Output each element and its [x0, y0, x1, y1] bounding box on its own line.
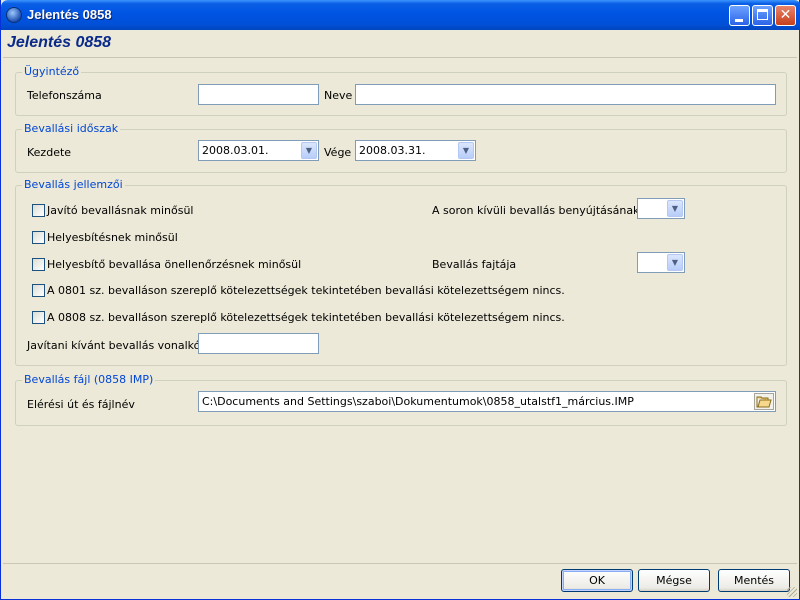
group-fajl-legend: Bevallás fájl (0858 IMP) [22, 373, 156, 386]
save-button[interactable]: Mentés [718, 569, 790, 592]
out-of-order-reason-select[interactable]: ▼ [637, 198, 685, 219]
onellenorzes-checkbox[interactable] [32, 258, 45, 271]
dialog-window: Jelentés 0858 ✕ Jelentés 0858 Ügyintéző … [0, 0, 800, 600]
start-date-select[interactable]: 2008.03.01. ▼ [198, 140, 319, 161]
browse-button[interactable] [754, 393, 774, 410]
title-bar[interactable]: Jelentés 0858 ✕ [1, 0, 800, 30]
window-title: Jelentés 0858 [27, 7, 112, 22]
form-title: Jelentés 0858 [7, 34, 112, 51]
app-icon[interactable] [6, 7, 22, 23]
group-idoszak-legend: Bevallási időszak [22, 122, 121, 135]
javito-checkbox[interactable] [32, 204, 45, 217]
group-idoszak: Bevallási időszak Kezdete 2008.03.01. ▼ … [15, 122, 787, 173]
ok-button[interactable]: OK [561, 569, 633, 592]
chevron-down-icon[interactable]: ▼ [458, 142, 474, 159]
close-button[interactable]: ✕ [775, 5, 796, 26]
no-obligation-0808-label[interactable]: A 0808 sz. bevalláson szereplő kötelezet… [47, 311, 565, 324]
end-date-select[interactable]: 2008.03.31. ▼ [355, 140, 476, 161]
phone-label: Telefonszáma [27, 89, 102, 102]
group-jellemzok: Bevallás jellemzői Javító bevallásnak mi… [15, 178, 787, 366]
start-date-label: Kezdete [27, 146, 72, 159]
barcode-label: Javítani kívánt bevallás vonalkódja [27, 339, 218, 352]
minimize-icon [735, 19, 743, 22]
out-of-order-reason-label: A soron kívüli bevallás benyújtásának ok… [432, 204, 663, 217]
no-obligation-0808-checkbox[interactable] [32, 311, 45, 324]
chevron-down-icon[interactable]: ▼ [667, 200, 683, 217]
no-obligation-0801-checkbox[interactable] [32, 284, 45, 297]
chevron-down-icon[interactable]: ▼ [301, 142, 317, 159]
footer-divider [3, 563, 797, 564]
file-path-value: C:\Documents and Settings\szaboi\Dokumen… [202, 395, 634, 408]
maximize-icon [757, 9, 768, 20]
file-path-label: Elérési út és fájlnév [27, 398, 135, 411]
start-date-value: 2008.03.01. [202, 144, 269, 157]
close-icon: ✕ [779, 7, 792, 23]
header-divider [3, 57, 797, 58]
no-obligation-0801-label[interactable]: A 0801 sz. bevalláson szereplő kötelezet… [47, 284, 565, 297]
file-path-field[interactable]: C:\Documents and Settings\szaboi\Dokumen… [198, 391, 776, 412]
end-date-label: Vége [324, 146, 352, 159]
return-type-select[interactable]: ▼ [637, 252, 685, 273]
group-ugyintezo-legend: Ügyintéző [22, 65, 82, 78]
helyesbites-checkbox-label[interactable]: Helyesbítésnek minősül [47, 231, 178, 244]
end-date-value: 2008.03.31. [359, 144, 426, 157]
resize-grip-icon[interactable] [787, 587, 797, 597]
barcode-input[interactable] [198, 333, 319, 354]
group-fajl: Bevallás fájl (0858 IMP) Elérési út és f… [15, 373, 787, 426]
onellenorzes-checkbox-label[interactable]: Helyesbítő bevallása önellenőrzésnek min… [47, 258, 301, 271]
group-ugyintezo: Ügyintéző Telefonszáma Neve [15, 65, 787, 116]
name-input[interactable] [355, 84, 776, 105]
maximize-button[interactable] [752, 5, 773, 26]
name-label: Neve [324, 89, 353, 102]
minimize-button[interactable] [729, 5, 750, 26]
phone-input[interactable] [198, 84, 319, 105]
helyesbites-checkbox[interactable] [32, 231, 45, 244]
return-type-label: Bevallás fajtája [432, 258, 517, 271]
group-jellemzok-legend: Bevallás jellemzői [22, 178, 125, 191]
cancel-button[interactable]: Mégse [638, 569, 710, 592]
chevron-down-icon[interactable]: ▼ [667, 254, 683, 271]
folder-open-icon [756, 396, 772, 408]
javito-checkbox-label[interactable]: Javító bevallásnak minősül [47, 204, 194, 217]
